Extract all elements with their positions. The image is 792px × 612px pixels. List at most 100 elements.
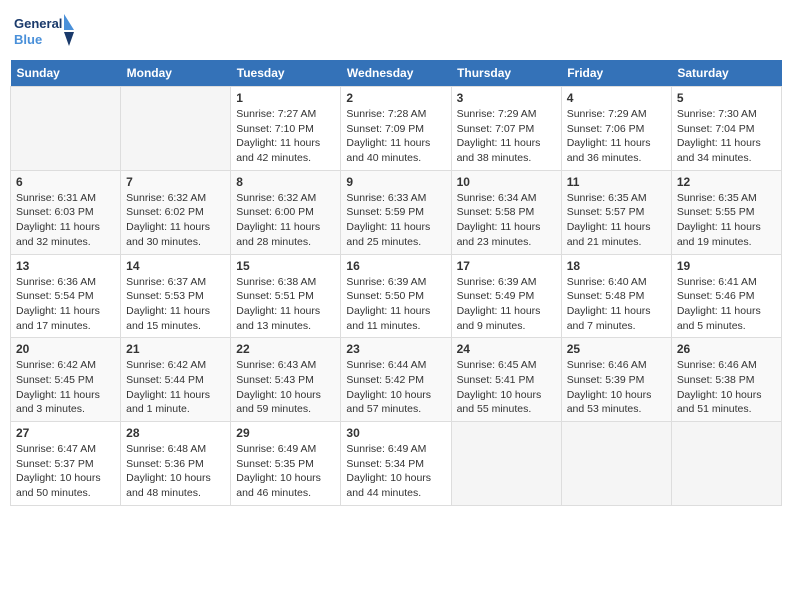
day-number: 20 [16, 342, 115, 356]
day-number: 30 [346, 426, 445, 440]
page-header: General Blue [10, 10, 782, 52]
calendar-cell: 26 Sunrise: 6:46 AMSunset: 5:38 PMDayligh… [671, 338, 781, 422]
calendar-cell: 18Sunrise: 6:40 AMSunset: 5:48 PMDayligh… [561, 254, 671, 338]
day-number: 27 [16, 426, 115, 440]
day-info: Sunrise: 6:35 AMSunset: 5:57 PMDaylight:… [567, 191, 666, 250]
day-number: 26 [677, 342, 776, 356]
calendar-cell [11, 87, 121, 171]
calendar-cell [121, 87, 231, 171]
header-saturday: Saturday [671, 60, 781, 87]
calendar-cell: 27 Sunrise: 6:47 AMSunset: 5:37 PMDayligh… [11, 422, 121, 506]
day-number: 16 [346, 259, 445, 273]
day-info: Sunrise: 6:49 AMSunset: 5:35 PMDaylight:… [236, 442, 335, 501]
day-number: 25 [567, 342, 666, 356]
header-wednesday: Wednesday [341, 60, 451, 87]
week-row-3: 13 Sunrise: 6:36 AMSunset: 5:54 PMDayligh… [11, 254, 782, 338]
svg-text:General: General [14, 16, 62, 31]
day-info: Sunrise: 6:39 AMSunset: 5:50 PMDaylight:… [346, 275, 445, 334]
calendar-cell [451, 422, 561, 506]
svg-text:Blue: Blue [14, 32, 42, 47]
week-row-1: 1 Sunrise: 7:27 AMSunset: 7:10 PMDaylight… [11, 87, 782, 171]
day-number: 13 [16, 259, 115, 273]
day-number: 12 [677, 175, 776, 189]
day-info: Sunrise: 6:44 AMSunset: 5:42 PMDaylight:… [346, 358, 445, 417]
header-row: SundayMondayTuesdayWednesdayThursdayFrid… [11, 60, 782, 87]
calendar-cell: 4Sunrise: 7:29 AMSunset: 7:06 PMDaylight… [561, 87, 671, 171]
day-number: 19 [677, 259, 776, 273]
day-number: 11 [567, 175, 666, 189]
calendar-cell: 7 Sunrise: 6:32 AMSunset: 6:02 PMDaylight… [121, 170, 231, 254]
calendar-cell: 21 Sunrise: 6:42 AMSunset: 5:44 PMDayligh… [121, 338, 231, 422]
logo-svg: General Blue [14, 10, 74, 52]
week-row-2: 6Sunrise: 6:31 AMSunset: 6:03 PMDaylight… [11, 170, 782, 254]
header-monday: Monday [121, 60, 231, 87]
day-number: 21 [126, 342, 225, 356]
day-info: Sunrise: 6:49 AMSunset: 5:34 PMDaylight:… [346, 442, 445, 501]
day-info: Sunrise: 6:41 AMSunset: 5:46 PMDaylight:… [677, 275, 776, 334]
calendar-cell: 12 Sunrise: 6:35 AMSunset: 5:55 PMDayligh… [671, 170, 781, 254]
day-number: 7 [126, 175, 225, 189]
week-row-5: 27 Sunrise: 6:47 AMSunset: 5:37 PMDayligh… [11, 422, 782, 506]
calendar-cell: 23 Sunrise: 6:44 AMSunset: 5:42 PMDayligh… [341, 338, 451, 422]
day-info: Sunrise: 6:46 AMSunset: 5:38 PMDaylight:… [677, 358, 776, 417]
calendar-cell: 30 Sunrise: 6:49 AMSunset: 5:34 PMDayligh… [341, 422, 451, 506]
day-info: Sunrise: 7:28 AMSunset: 7:09 PMDaylight:… [346, 107, 445, 166]
day-info: Sunrise: 6:42 AMSunset: 5:44 PMDaylight:… [126, 358, 225, 417]
calendar-cell: 6Sunrise: 6:31 AMSunset: 6:03 PMDaylight… [11, 170, 121, 254]
calendar-cell: 2Sunrise: 7:28 AMSunset: 7:09 PMDaylight… [341, 87, 451, 171]
day-info: Sunrise: 6:46 AMSunset: 5:39 PMDaylight:… [567, 358, 666, 417]
header-friday: Friday [561, 60, 671, 87]
calendar-cell: 20 Sunrise: 6:42 AMSunset: 5:45 PMDayligh… [11, 338, 121, 422]
header-thursday: Thursday [451, 60, 561, 87]
calendar-cell: 25 Sunrise: 6:46 AMSunset: 5:39 PMDayligh… [561, 338, 671, 422]
calendar-cell: 15 Sunrise: 6:38 AMSunset: 5:51 PMDayligh… [231, 254, 341, 338]
calendar-header: SundayMondayTuesdayWednesdayThursdayFrid… [11, 60, 782, 87]
day-number: 5 [677, 91, 776, 105]
day-number: 9 [346, 175, 445, 189]
day-number: 15 [236, 259, 335, 273]
day-info: Sunrise: 6:42 AMSunset: 5:45 PMDaylight:… [16, 358, 115, 417]
day-info: Sunrise: 6:39 AMSunset: 5:49 PMDaylight:… [457, 275, 556, 334]
day-info: Sunrise: 6:32 AMSunset: 6:00 PMDaylight:… [236, 191, 335, 250]
day-info: Sunrise: 6:36 AMSunset: 5:54 PMDaylight:… [16, 275, 115, 334]
calendar-cell: 3 Sunrise: 7:29 AMSunset: 7:07 PMDaylight… [451, 87, 561, 171]
day-number: 1 [236, 91, 335, 105]
header-tuesday: Tuesday [231, 60, 341, 87]
calendar-cell: 8 Sunrise: 6:32 AMSunset: 6:00 PMDaylight… [231, 170, 341, 254]
day-number: 4 [567, 91, 666, 105]
day-number: 28 [126, 426, 225, 440]
day-number: 17 [457, 259, 556, 273]
day-info: Sunrise: 7:29 AMSunset: 7:07 PMDaylight:… [457, 107, 556, 166]
day-info: Sunrise: 6:38 AMSunset: 5:51 PMDaylight:… [236, 275, 335, 334]
day-info: Sunrise: 6:33 AMSunset: 5:59 PMDaylight:… [346, 191, 445, 250]
day-number: 23 [346, 342, 445, 356]
calendar-cell: 22Sunrise: 6:43 AMSunset: 5:43 PMDayligh… [231, 338, 341, 422]
day-info: Sunrise: 6:37 AMSunset: 5:53 PMDaylight:… [126, 275, 225, 334]
day-info: Sunrise: 6:35 AMSunset: 5:55 PMDaylight:… [677, 191, 776, 250]
calendar-cell: 19 Sunrise: 6:41 AMSunset: 5:46 PMDayligh… [671, 254, 781, 338]
calendar-cell [561, 422, 671, 506]
day-info: Sunrise: 6:34 AMSunset: 5:58 PMDaylight:… [457, 191, 556, 250]
day-info: Sunrise: 7:27 AMSunset: 7:10 PMDaylight:… [236, 107, 335, 166]
calendar-cell: 16 Sunrise: 6:39 AMSunset: 5:50 PMDayligh… [341, 254, 451, 338]
calendar-cell [671, 422, 781, 506]
calendar-cell: 14 Sunrise: 6:37 AMSunset: 5:53 PMDayligh… [121, 254, 231, 338]
day-info: Sunrise: 6:43 AMSunset: 5:43 PMDaylight:… [236, 358, 335, 417]
calendar-cell: 11 Sunrise: 6:35 AMSunset: 5:57 PMDayligh… [561, 170, 671, 254]
day-number: 14 [126, 259, 225, 273]
calendar-cell: 13 Sunrise: 6:36 AMSunset: 5:54 PMDayligh… [11, 254, 121, 338]
calendar-cell: 9 Sunrise: 6:33 AMSunset: 5:59 PMDaylight… [341, 170, 451, 254]
calendar-cell: 28Sunrise: 6:48 AMSunset: 5:36 PMDayligh… [121, 422, 231, 506]
logo: General Blue [14, 10, 74, 52]
day-number: 6 [16, 175, 115, 189]
day-info: Sunrise: 6:32 AMSunset: 6:02 PMDaylight:… [126, 191, 225, 250]
header-sunday: Sunday [11, 60, 121, 87]
day-number: 3 [457, 91, 556, 105]
day-number: 8 [236, 175, 335, 189]
week-row-4: 20 Sunrise: 6:42 AMSunset: 5:45 PMDayligh… [11, 338, 782, 422]
calendar-body: 1 Sunrise: 7:27 AMSunset: 7:10 PMDaylight… [11, 87, 782, 506]
day-info: Sunrise: 6:40 AMSunset: 5:48 PMDaylight:… [567, 275, 666, 334]
day-info: Sunrise: 6:47 AMSunset: 5:37 PMDaylight:… [16, 442, 115, 501]
calendar-cell: 24Sunrise: 6:45 AMSunset: 5:41 PMDayligh… [451, 338, 561, 422]
calendar-cell: 29Sunrise: 6:49 AMSunset: 5:35 PMDayligh… [231, 422, 341, 506]
